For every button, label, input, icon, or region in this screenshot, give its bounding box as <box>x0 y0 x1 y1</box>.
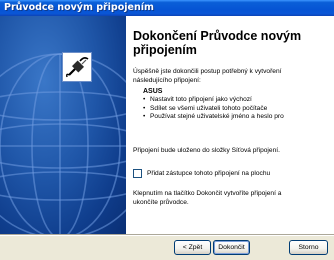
save-location-note: Připojení bude uloženo do složky Síťová … <box>133 147 280 154</box>
bullet-icon: • <box>143 104 146 112</box>
page-title-line-2: připojením <box>133 43 197 57</box>
shortcut-checkbox[interactable] <box>133 169 142 178</box>
page-title-line-1: Dokončení Průvodce novým <box>133 29 302 43</box>
finish-line-1: Klepnutím na tlačítko Dokončit vytvoříte… <box>133 190 282 197</box>
intro-text: Úspěšně jste dokončili postup potřebný k… <box>133 68 329 85</box>
connection-settings-list: • Nastavit toto připojení jako výchozí • S… <box>143 96 329 122</box>
network-cable-icon <box>62 52 92 82</box>
list-item-text: Sdílet se všemi uživateli tohoto počítač… <box>150 104 268 112</box>
list-item: • Používat stejné uživatelské jméno a hes… <box>143 113 329 122</box>
page-title: Dokončení Průvodce novým připojením <box>133 29 329 57</box>
connection-name: ASUS <box>143 88 163 95</box>
shortcut-checkbox-label[interactable]: Přidat zástupce tohoto připojení na ploc… <box>147 169 270 178</box>
wizard-content: Dokončení Průvodce novým připojením Úspě… <box>0 16 334 234</box>
bullet-icon: • <box>143 113 146 120</box>
finish-button[interactable]: Dokončit <box>213 240 250 255</box>
wizard-main: Dokončení Průvodce novým připojením Úspě… <box>126 16 334 234</box>
back-button[interactable]: < Zpět <box>174 240 211 255</box>
shortcut-option[interactable]: Přidat zástupce tohoto připojení na ploc… <box>133 168 270 179</box>
wizard-side-panel <box>0 16 126 234</box>
wizard-window: Průvodce novým připojením Dokončení Prův… <box>0 0 334 260</box>
finish-line-2: ukončíte průvodce. <box>133 198 189 206</box>
list-item-text: Nastavit toto připojení jako výchozí <box>150 96 252 103</box>
list-item-text: Používat stejné uživatelské jméno a hesl… <box>150 113 284 120</box>
list-item: • Sdílet se všemi uživateli tohoto počíta… <box>143 105 329 114</box>
list-item: • Nastavit toto připojení jako výchozí <box>143 96 329 105</box>
intro-line-1: Úspěšně jste dokončili postup potřebný k… <box>133 68 282 75</box>
finish-instructions: Klepnutím na tlačítko Dokončit vytvoříte… <box>133 190 329 207</box>
intro-line-2: následujícího připojení: <box>133 76 201 84</box>
cancel-button[interactable]: Storno <box>289 240 328 255</box>
window-title: Průvodce novým připojením <box>0 0 334 16</box>
bullet-icon: • <box>143 96 146 103</box>
button-bar-divider-highlight <box>0 235 334 236</box>
